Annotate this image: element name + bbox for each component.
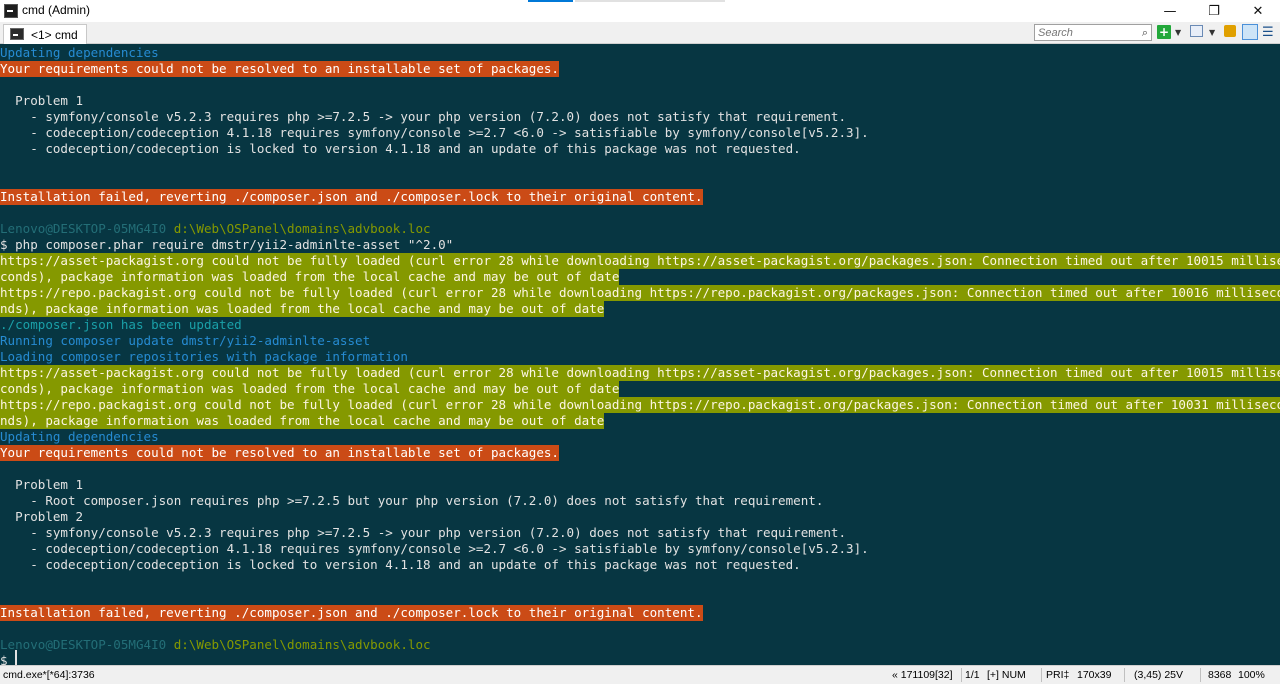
warning-line: https://asset-packagist.org could not be…	[0, 253, 1280, 269]
tab-bar: <1> cmd ⌕ + ▼ ▼ ☰	[0, 22, 1280, 44]
hamburger-icon: ☰	[1262, 25, 1274, 40]
prompt-user: Lenovo@DESKTOP-05MG4I0	[0, 221, 167, 236]
panel-toggle-button[interactable]	[1242, 24, 1258, 40]
layout-dropdown[interactable]: ▼	[1209, 25, 1215, 40]
chevron-down-icon: ▼	[1209, 28, 1216, 37]
warning-line: nds), package information was loaded fro…	[0, 301, 605, 317]
divider	[961, 668, 962, 682]
restore-icon: ❐	[1208, 3, 1220, 19]
warning-line: https://repo.packagist.org could not be …	[0, 285, 1280, 301]
title-accent-secondary	[575, 0, 725, 2]
console-line: Running composer update dmstr/yii2-admin…	[0, 333, 371, 348]
plus-icon: +	[1158, 25, 1170, 39]
console-icon	[10, 28, 24, 40]
console-line: Updating dependencies	[0, 45, 159, 60]
prompt-path: d:\Web\OSPanel\domains\advbook.loc	[173, 221, 431, 236]
close-icon: ✕	[1252, 3, 1264, 19]
status-page: 1/1	[965, 669, 980, 681]
status-size: 170x39	[1077, 669, 1112, 681]
console-line: - codeception/codeception is locked to v…	[0, 557, 801, 572]
divider	[1124, 668, 1125, 682]
console-line: Loading composer repositories with packa…	[0, 349, 408, 364]
restore-button[interactable]: ❐	[1192, 0, 1236, 22]
console-output[interactable]: Updating dependencies Your requirements …	[0, 45, 1280, 665]
search-input[interactable]	[1038, 25, 1130, 40]
console-line: Problem 1	[0, 477, 84, 492]
minimize-icon: —	[1163, 3, 1177, 19]
warning-line: conds), package information was loaded f…	[0, 269, 620, 285]
search-icon[interactable]: ⌕	[1142, 26, 1148, 39]
chevron-down-icon: ▼	[1175, 28, 1182, 37]
status-process[interactable]: cmd.exe*[*64]:3736	[3, 669, 95, 681]
warning-line: https://asset-packagist.org could not be…	[0, 365, 1280, 381]
console-line: - codeception/codeception is locked to v…	[0, 141, 801, 156]
close-button[interactable]: ✕	[1236, 0, 1280, 22]
title-accent	[528, 0, 573, 2]
error-line: Installation failed, reverting ./compose…	[0, 605, 703, 621]
search-box[interactable]: ⌕	[1034, 24, 1152, 41]
console-line: Problem 1	[0, 93, 84, 108]
status-indicators: [+] NUM	[987, 669, 1026, 681]
tab-cmd[interactable]: <1> cmd	[3, 24, 87, 44]
divider	[1041, 668, 1042, 682]
prompt-line: Lenovo@DESKTOP-05MG4I0 d:\Web\OSPanel\do…	[0, 637, 431, 653]
console-line: - codeception/codeception 4.1.18 require…	[0, 541, 869, 556]
warning-line: conds), package information was loaded f…	[0, 381, 620, 397]
text-cursor	[15, 650, 17, 665]
prompt-line: Lenovo@DESKTOP-05MG4I0 d:\Web\OSPanel\do…	[0, 221, 431, 237]
new-console-dropdown[interactable]: ▼	[1175, 25, 1181, 40]
minimize-button[interactable]: —	[1148, 0, 1192, 22]
console-line: ./composer.json has been updated	[0, 317, 242, 332]
divider	[1200, 668, 1201, 682]
console-line: - symfony/console v5.2.3 requires php >=…	[0, 109, 847, 124]
input-line[interactable]: $	[0, 653, 15, 665]
status-zoom: 100%	[1238, 669, 1265, 681]
new-console-button[interactable]: +	[1157, 25, 1171, 39]
status-memory: 8368	[1208, 669, 1232, 681]
split-layout-button[interactable]	[1190, 25, 1203, 37]
console-line: Updating dependencies	[0, 429, 159, 444]
status-position: « 171109[32]	[892, 669, 953, 681]
prompt-user: Lenovo@DESKTOP-05MG4I0	[0, 637, 167, 652]
error-line: Your requirements could not be resolved …	[0, 445, 559, 461]
lock-icon[interactable]	[1224, 25, 1236, 37]
prompt-path: d:\Web\OSPanel\domains\advbook.loc	[173, 637, 431, 652]
title-bar: cmd (Admin) — ❐ ✕	[0, 0, 1280, 22]
console-line: - codeception/codeception 4.1.18 require…	[0, 125, 869, 140]
command-line: $ php composer.phar require dmstr/yii2-a…	[0, 237, 454, 252]
tab-label: <1> cmd	[31, 28, 78, 42]
console-line: - Root composer.json requires php >=7.2.…	[0, 493, 824, 508]
menu-button[interactable]: ☰	[1262, 25, 1274, 40]
status-priority: PRI‡	[1046, 669, 1070, 681]
console-line: Problem 2	[0, 509, 84, 524]
error-line: Your requirements could not be resolved …	[0, 61, 559, 77]
status-bar: cmd.exe*[*64]:3736 « 171109[32] 1/1 [+] …	[0, 665, 1280, 684]
window-title: cmd (Admin)	[22, 3, 91, 17]
error-line: Installation failed, reverting ./compose…	[0, 189, 703, 205]
console-line: - symfony/console v5.2.3 requires php >=…	[0, 525, 847, 540]
status-cursor: (3,45) 25V	[1134, 669, 1184, 681]
warning-line: nds), package information was loaded fro…	[0, 413, 605, 429]
terminal-icon	[4, 4, 18, 18]
warning-line: https://repo.packagist.org could not be …	[0, 397, 1280, 413]
